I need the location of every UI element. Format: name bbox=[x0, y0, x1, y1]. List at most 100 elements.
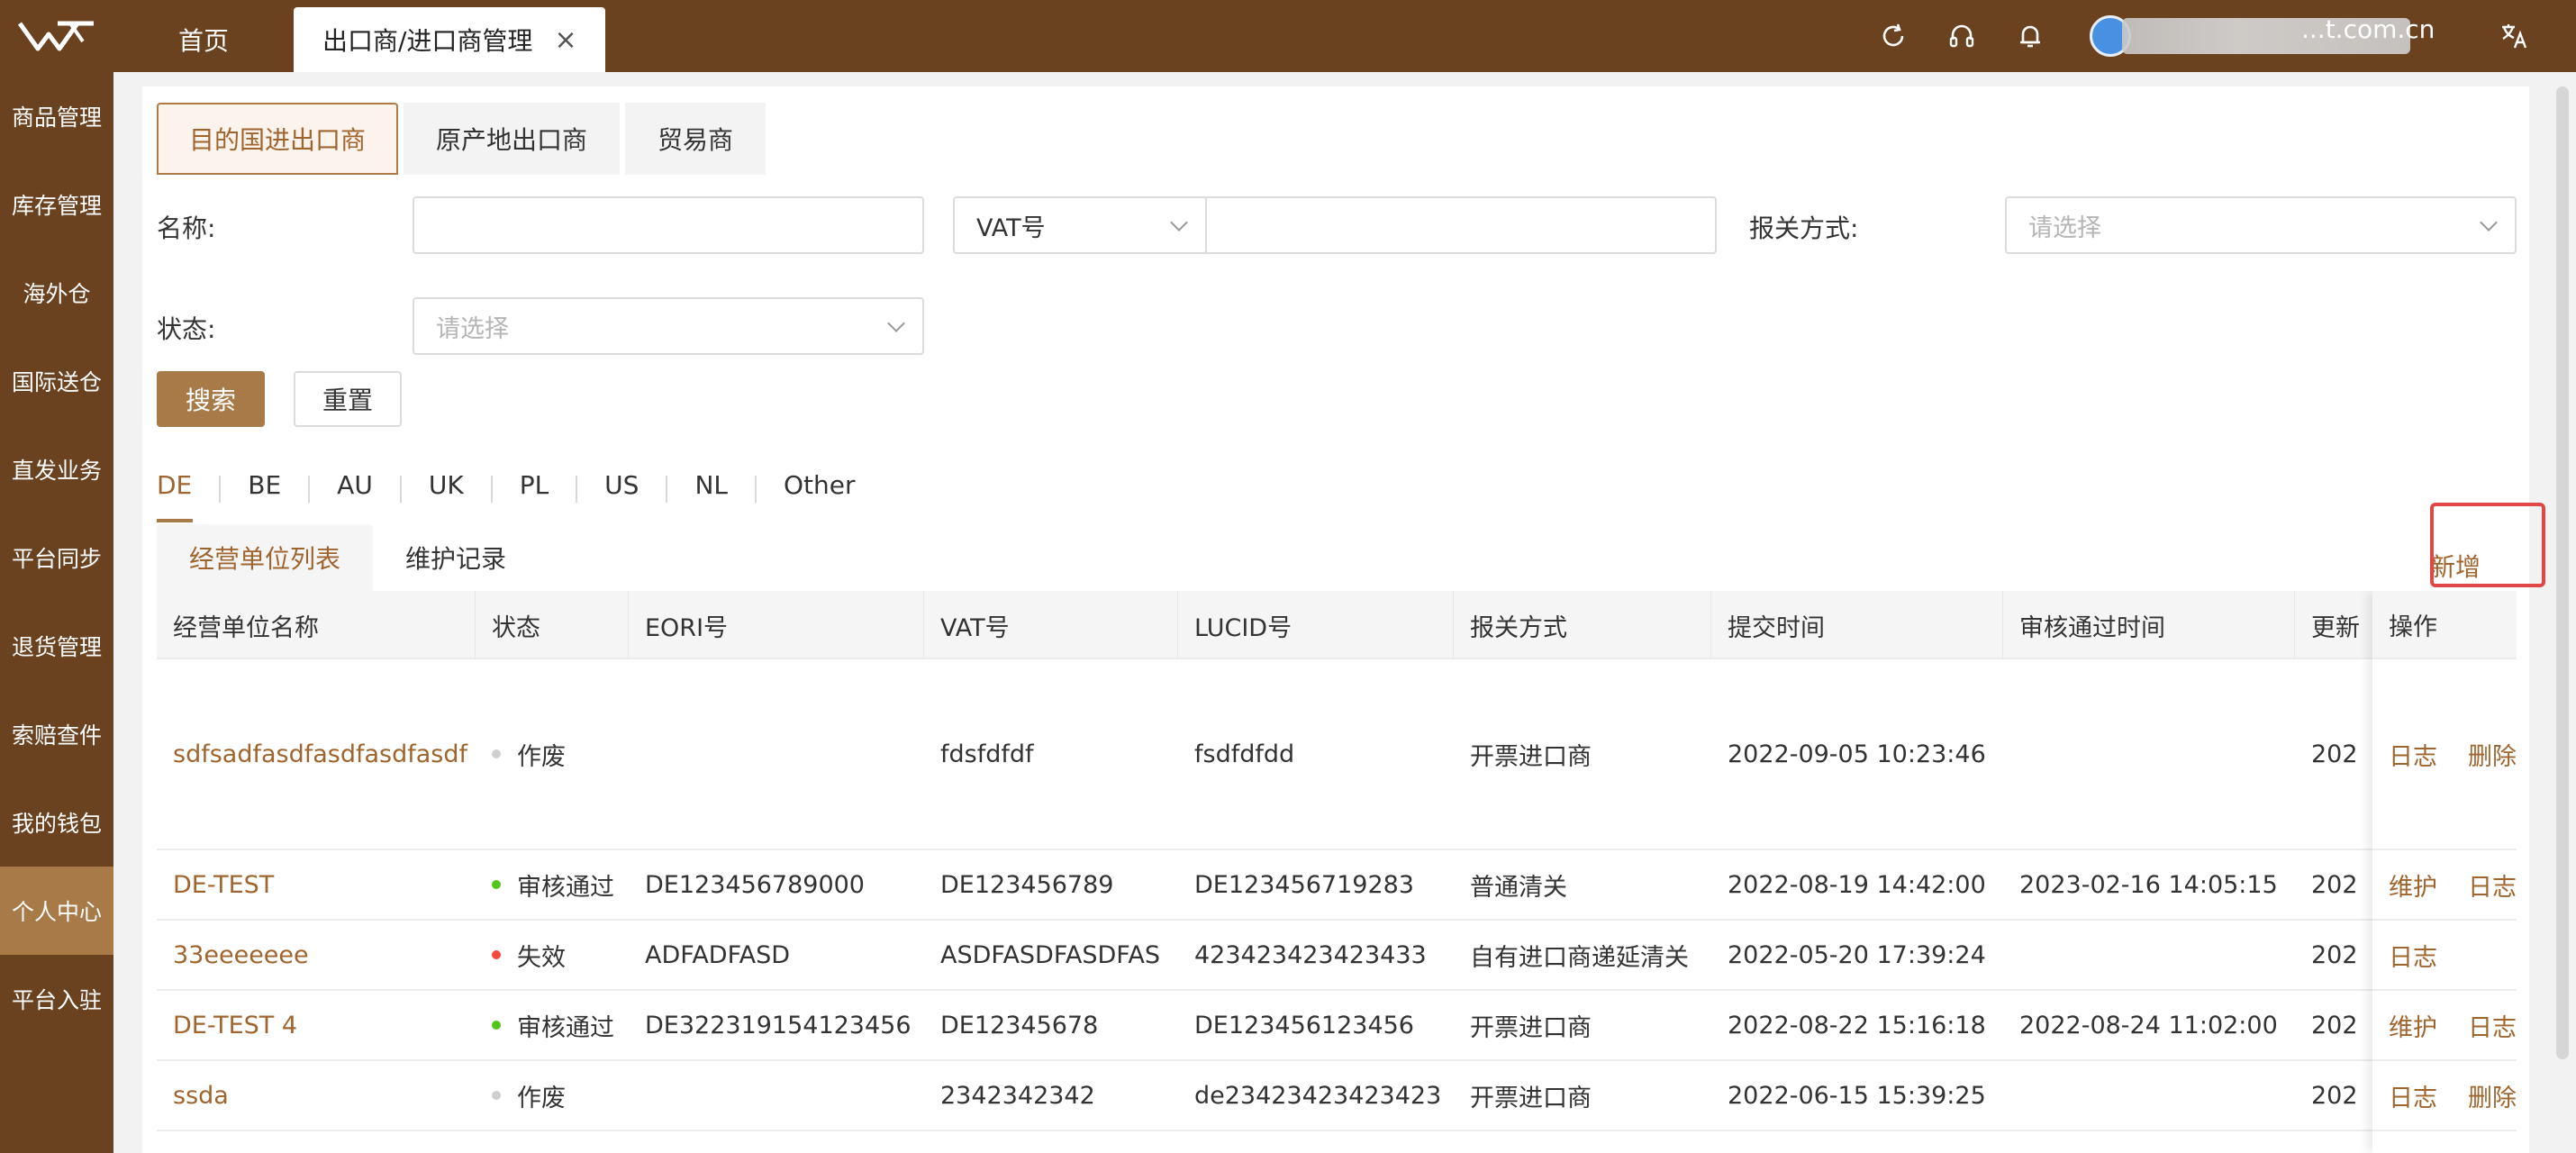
updated-cell: 202 bbox=[2311, 1081, 2358, 1110]
unit-name-link[interactable]: DE-TEST bbox=[157, 850, 476, 919]
reset-button[interactable]: 重置 bbox=[294, 371, 402, 427]
lucid-cell: de23423423423423 bbox=[1194, 1081, 1442, 1110]
updated-cell: 202 bbox=[2311, 940, 2358, 969]
customs-cell: 开票进口商 bbox=[1470, 1013, 1592, 1042]
maintain-link[interactable]: 维护 bbox=[2389, 867, 2437, 903]
row-actions: 日志 删除 bbox=[2372, 659, 2517, 850]
unit-name-link[interactable]: 33eeeeeee bbox=[157, 921, 476, 989]
updated-cell: 202 bbox=[2311, 870, 2358, 899]
status-cell: 作废 bbox=[476, 659, 629, 849]
sidebar-item-overseas-warehouse[interactable]: 海外仓 bbox=[0, 249, 113, 337]
table-row: sdfsadfasdfasdfasdfasdf 作废 fdsfdfdf fsdf… bbox=[157, 659, 2517, 850]
column-header-customs: 报关方式 bbox=[1454, 591, 1711, 659]
search-button[interactable]: 搜索 bbox=[157, 371, 265, 427]
tab-label: 出口商/进口商管理 bbox=[322, 26, 533, 56]
divider bbox=[308, 476, 311, 503]
add-button-highlight bbox=[2430, 503, 2545, 587]
status-cell: 作废 bbox=[476, 1061, 629, 1130]
country-tab-de[interactable]: DE bbox=[157, 461, 194, 522]
divider bbox=[490, 476, 493, 503]
approved-cell bbox=[2003, 921, 2295, 989]
country-tab-be[interactable]: BE bbox=[248, 461, 281, 522]
tab-exporter-importer[interactable]: 出口商/进口商管理 × bbox=[294, 7, 605, 72]
close-icon[interactable]: × bbox=[554, 24, 576, 56]
log-link[interactable]: 日志 bbox=[2389, 737, 2437, 772]
country-tab-nl[interactable]: NL bbox=[694, 461, 728, 522]
delete-link[interactable]: 删除 bbox=[2468, 737, 2517, 772]
customs-select[interactable]: 请选择 bbox=[2005, 196, 2517, 254]
page-scrollbar[interactable] bbox=[2556, 86, 2569, 1059]
tab-maintenance-records[interactable]: 维护记录 bbox=[373, 524, 539, 591]
column-header-eori: EORI号 bbox=[629, 591, 924, 659]
support-area bbox=[1944, 0, 1980, 72]
column-header-status: 状态 bbox=[476, 591, 629, 659]
table-row: ssda 作废 2342342342 de23423423423423 开票进口… bbox=[157, 1061, 2517, 1131]
vat-number-input[interactable] bbox=[1205, 196, 1717, 254]
status-select[interactable]: 请选择 bbox=[413, 297, 924, 355]
customs-placeholder: 请选择 bbox=[2028, 213, 2101, 242]
country-tab-uk[interactable]: UK bbox=[429, 461, 464, 522]
maintain-link[interactable]: 维护 bbox=[2389, 1008, 2437, 1043]
lucid-cell: fsdfdfdd bbox=[1194, 740, 1295, 768]
column-header-approved: 审核通过时间 bbox=[2003, 591, 2295, 659]
sidebar-item-products[interactable]: 商品管理 bbox=[0, 72, 113, 160]
refresh-icon[interactable] bbox=[1875, 18, 1911, 54]
log-link[interactable]: 日志 bbox=[2468, 867, 2517, 903]
status-dot bbox=[492, 749, 501, 758]
vat-cell: DE123456789 bbox=[940, 870, 1114, 899]
status-text: 审核通过 bbox=[517, 1013, 614, 1042]
status-text: 作废 bbox=[517, 742, 566, 771]
unit-name-link[interactable]: sdfsadfasdfasdfasdfasdf bbox=[157, 659, 476, 849]
sidebar-item-wallet[interactable]: 我的钱包 bbox=[0, 778, 113, 867]
country-tab-au[interactable]: AU bbox=[337, 461, 373, 522]
lucid-cell: DE123456719283 bbox=[1194, 870, 1414, 899]
submitted-cell: 2022-08-19 14:42:00 bbox=[1728, 870, 1986, 899]
logo-icon[interactable] bbox=[0, 0, 113, 72]
unit-name-link[interactable]: DE-TEST 4 bbox=[157, 991, 476, 1059]
approved-cell: 2022-08-24 11:02:00 bbox=[2019, 1011, 2278, 1040]
vat-cell: ASDFASDFASDFAS bbox=[940, 940, 1160, 969]
country-tab-other[interactable]: Other bbox=[784, 461, 856, 522]
tab-trader[interactable]: 贸易商 bbox=[625, 103, 766, 175]
bell-icon[interactable] bbox=[2012, 18, 2048, 54]
name-input[interactable] bbox=[413, 196, 924, 254]
eori-cell: ADFADFASD bbox=[645, 940, 791, 969]
eori-cell: DE123456789000 bbox=[645, 870, 865, 899]
chevron-down-icon bbox=[1170, 213, 1188, 232]
tab-destination-importer-exporter[interactable]: 目的国进出口商 bbox=[157, 103, 399, 175]
tab-home[interactable]: 首页 bbox=[126, 7, 281, 72]
translate-icon[interactable] bbox=[2497, 18, 2533, 54]
sidebar-item-direct-shipping[interactable]: 直发业务 bbox=[0, 425, 113, 513]
vat-type-select[interactable]: VAT号 bbox=[953, 196, 1207, 254]
vat-cell: fdsfdfdf bbox=[940, 740, 1034, 768]
status-dot bbox=[492, 1091, 501, 1100]
sidebar-item-inventory[interactable]: 库存管理 bbox=[0, 160, 113, 249]
chevron-down-icon bbox=[887, 314, 905, 332]
vat-cell: 2342342342 bbox=[940, 1081, 1095, 1110]
delete-link[interactable]: 删除 bbox=[2468, 1078, 2517, 1113]
sidebar-item-international-delivery[interactable]: 国际送仓 bbox=[0, 337, 113, 425]
country-tab-us[interactable]: US bbox=[604, 461, 639, 522]
eori-cell bbox=[629, 1061, 924, 1130]
submitted-cell: 2022-06-15 15:39:25 bbox=[1728, 1081, 1986, 1110]
unit-name-link[interactable]: ssda bbox=[157, 1061, 476, 1130]
sidebar-item-platform-sync[interactable]: 平台同步 bbox=[0, 513, 113, 602]
chevron-down-icon bbox=[2480, 213, 2498, 232]
sidebar-item-returns[interactable]: 退货管理 bbox=[0, 602, 113, 690]
country-tab-pl[interactable]: PL bbox=[520, 461, 549, 522]
status-cell: 审核通过 bbox=[476, 850, 629, 919]
headset-icon[interactable] bbox=[1944, 18, 1980, 54]
status-cell: 审核通过 bbox=[476, 991, 629, 1059]
name-label: 名称: bbox=[157, 213, 216, 243]
log-link[interactable]: 日志 bbox=[2389, 1078, 2437, 1113]
tab-origin-exporter[interactable]: 原产地出口商 bbox=[404, 103, 621, 175]
sidebar-item-personal-center[interactable]: 个人中心 bbox=[0, 867, 113, 955]
log-link[interactable]: 日志 bbox=[2389, 938, 2437, 973]
tab-business-unit-list[interactable]: 经营单位列表 bbox=[157, 524, 374, 591]
sidebar-item-platform-onboarding[interactable]: 平台入驻 bbox=[0, 955, 113, 1043]
submitted-cell: 2022-08-22 15:16:18 bbox=[1728, 1011, 1986, 1040]
list-tabs: 经营单位列表 维护记录 bbox=[157, 524, 539, 591]
sidebar-item-claims[interactable]: 索赔查件 bbox=[0, 690, 113, 778]
log-link[interactable]: 日志 bbox=[2468, 1008, 2517, 1043]
customs-cell: 普通清关 bbox=[1470, 873, 1567, 902]
